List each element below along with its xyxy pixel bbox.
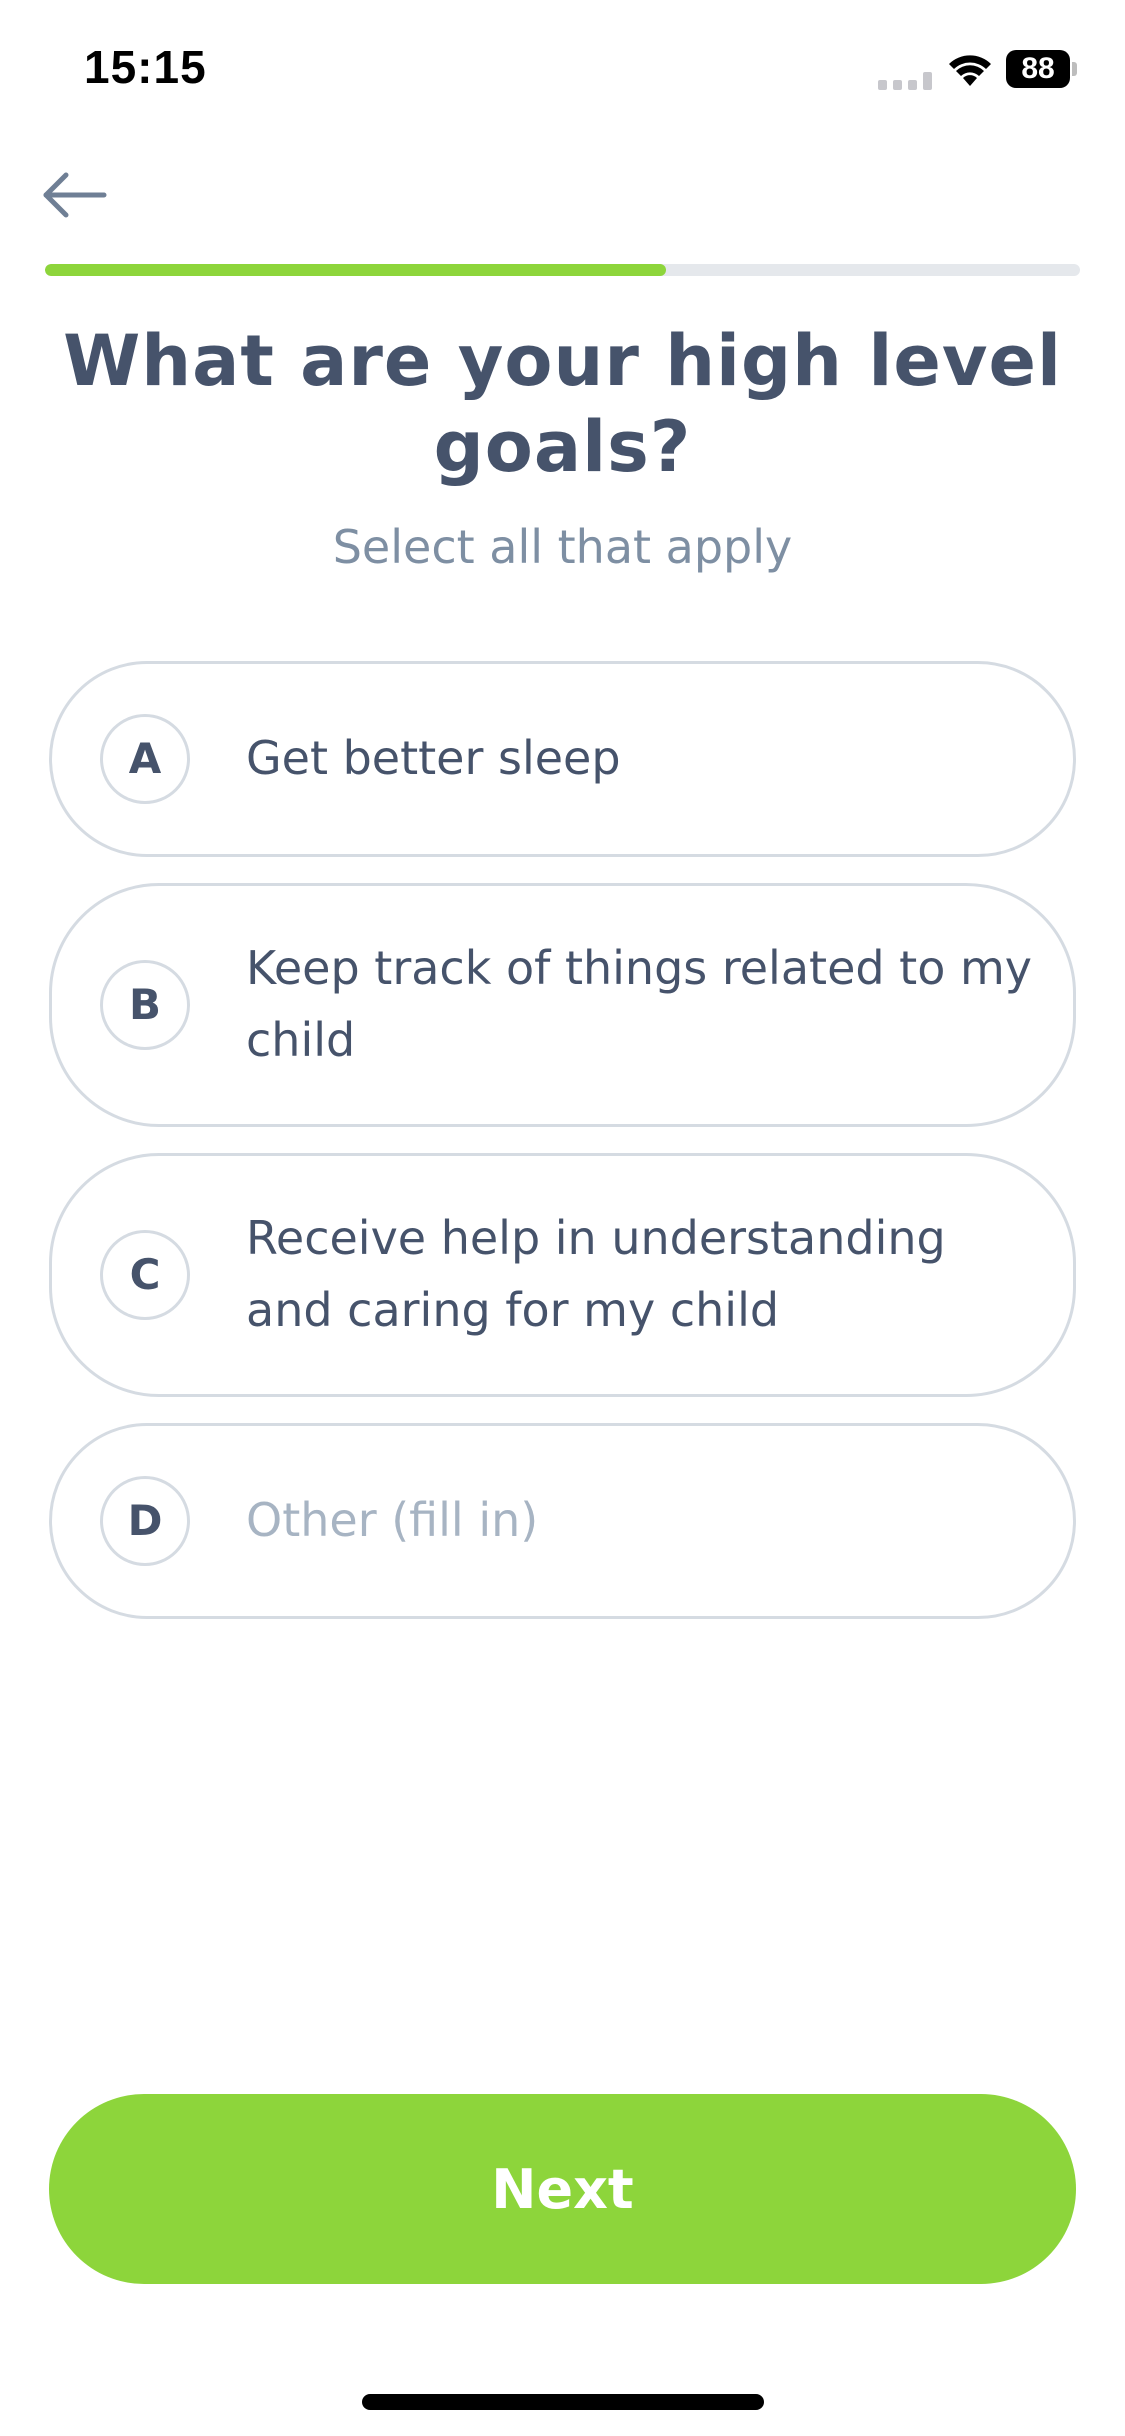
battery-icon: 88	[1006, 50, 1077, 88]
battery-level: 88	[1021, 52, 1055, 85]
option-label: Receive help in understanding and caring…	[246, 1211, 946, 1337]
option-a[interactable]: A Get better sleep	[49, 661, 1076, 857]
option-label: Keep track of things related to my child	[246, 941, 1033, 1067]
home-indicator	[362, 2394, 764, 2410]
question-title: What are your high level goals?	[63, 320, 1062, 488]
wifi-icon	[949, 55, 991, 86]
status-time: 15:15	[84, 41, 207, 93]
progress-fill	[45, 264, 666, 276]
progress-bar	[45, 264, 1080, 276]
option-letter-badge: B	[100, 960, 190, 1050]
option-c[interactable]: C Receive help in understanding and cari…	[49, 1153, 1076, 1397]
signal-icon	[878, 72, 932, 90]
option-d[interactable]: D	[49, 1423, 1076, 1619]
option-letter-badge: C	[100, 1230, 190, 1320]
next-button[interactable]: Next	[49, 2094, 1076, 2284]
option-letter-badge: D	[100, 1476, 190, 1566]
question-subtitle: Select all that apply	[332, 520, 793, 574]
other-fill-in-input[interactable]	[246, 1480, 1033, 1560]
option-label: Get better sleep	[246, 731, 621, 785]
option-letter-badge: A	[100, 714, 190, 804]
option-b[interactable]: B Keep track of things related to my chi…	[49, 883, 1076, 1127]
battery-cap	[1072, 62, 1077, 76]
status-bar: 15:15 88	[0, 0, 1125, 140]
back-button[interactable]	[36, 160, 116, 230]
arrow-left-icon	[43, 172, 107, 218]
